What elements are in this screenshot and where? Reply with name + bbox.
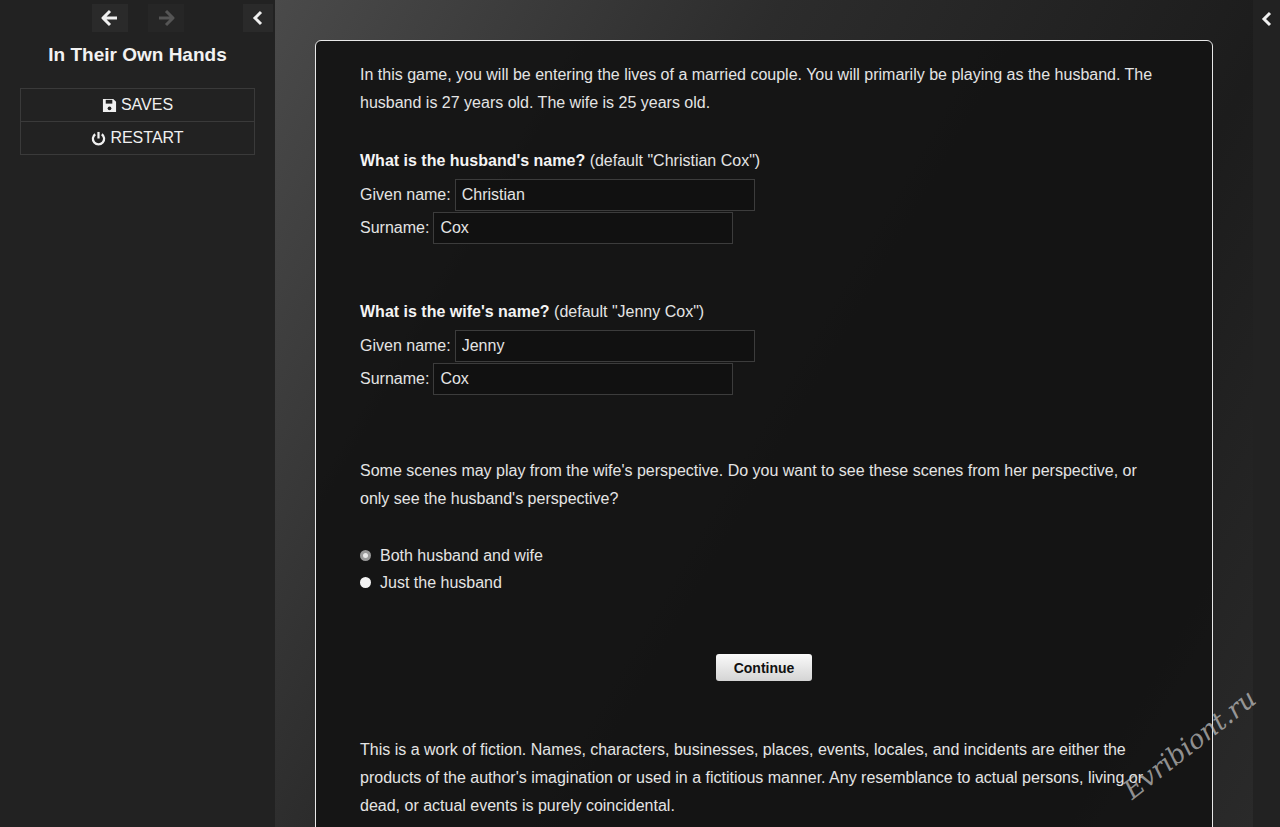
arrow-right-icon bbox=[157, 9, 175, 27]
story-title: In Their Own Hands bbox=[0, 43, 275, 67]
passage: In this game, you will be entering the l… bbox=[315, 40, 1213, 827]
sidebar: In Their Own Hands SAVES RESTART bbox=[0, 0, 275, 827]
question-heading: What is the husband's name? (default "Ch… bbox=[360, 147, 1168, 175]
field-label: Given name: bbox=[360, 181, 451, 209]
backdrop: In this game, you will be entering the l… bbox=[275, 0, 1253, 827]
perspective-options: Both husband and wifeJust the husband bbox=[360, 542, 1168, 596]
intro-text: In this game, you will be entering the l… bbox=[360, 61, 1168, 117]
forward-button bbox=[148, 4, 184, 32]
question-text: What is the wife's name? bbox=[360, 303, 550, 320]
watermark: Evribiont.ru bbox=[1115, 680, 1265, 809]
name-field-row: Surname: bbox=[360, 211, 1168, 244]
save-icon bbox=[102, 98, 117, 113]
name-field-row: Surname: bbox=[360, 362, 1168, 395]
power-icon bbox=[91, 131, 106, 146]
field-label: Surname: bbox=[360, 365, 429, 393]
default-hint: (default "Christian Cox") bbox=[590, 152, 761, 169]
name-field-row: Given name: bbox=[360, 329, 1168, 362]
chevron-left-icon bbox=[252, 10, 264, 26]
radio-dot bbox=[363, 553, 368, 558]
name-question: What is the husband's name? (default "Ch… bbox=[360, 147, 1168, 244]
continue-button[interactable]: Continue bbox=[716, 654, 812, 681]
disclaimer-text: This is a work of fiction. Names, charac… bbox=[360, 736, 1168, 820]
field-label: Surname: bbox=[360, 214, 429, 242]
back-button[interactable] bbox=[92, 4, 128, 32]
question-text: What is the husband's name? bbox=[360, 152, 585, 169]
radio-label: Just the husband bbox=[380, 569, 502, 597]
radio-button[interactable] bbox=[360, 550, 371, 561]
chevron-left-icon bbox=[1261, 11, 1273, 27]
name-input[interactable] bbox=[433, 363, 733, 395]
name-input[interactable] bbox=[433, 212, 733, 244]
radio-option[interactable]: Both husband and wife bbox=[360, 542, 1168, 569]
continue-row: Continue bbox=[360, 654, 1168, 681]
history-nav bbox=[0, 0, 275, 34]
collapse-button[interactable] bbox=[243, 4, 273, 32]
perspective-prompt: Some scenes may play from the wife's per… bbox=[360, 457, 1168, 513]
name-input[interactable] bbox=[455, 330, 755, 362]
field-label: Given name: bbox=[360, 332, 451, 360]
expand-button[interactable] bbox=[1261, 10, 1273, 28]
radio-label: Both husband and wife bbox=[380, 542, 543, 570]
radio-option[interactable]: Just the husband bbox=[360, 569, 1168, 596]
arrow-left-icon bbox=[101, 9, 119, 27]
sidebar-item[interactable]: RESTART bbox=[20, 122, 255, 155]
name-field-row: Given name: bbox=[360, 178, 1168, 211]
sidebar-item-label: RESTART bbox=[110, 126, 183, 150]
right-sidebar bbox=[1253, 0, 1280, 827]
name-input[interactable] bbox=[455, 179, 755, 211]
name-question: What is the wife's name? (default "Jenny… bbox=[360, 298, 1168, 395]
sidebar-item-label: SAVES bbox=[121, 93, 173, 117]
default-hint: (default "Jenny Cox") bbox=[554, 303, 704, 320]
radio-button[interactable] bbox=[360, 577, 371, 588]
sidebar-menu: SAVES RESTART bbox=[20, 88, 255, 155]
sidebar-item[interactable]: SAVES bbox=[20, 89, 255, 122]
question-heading: What is the wife's name? (default "Jenny… bbox=[360, 298, 1168, 326]
